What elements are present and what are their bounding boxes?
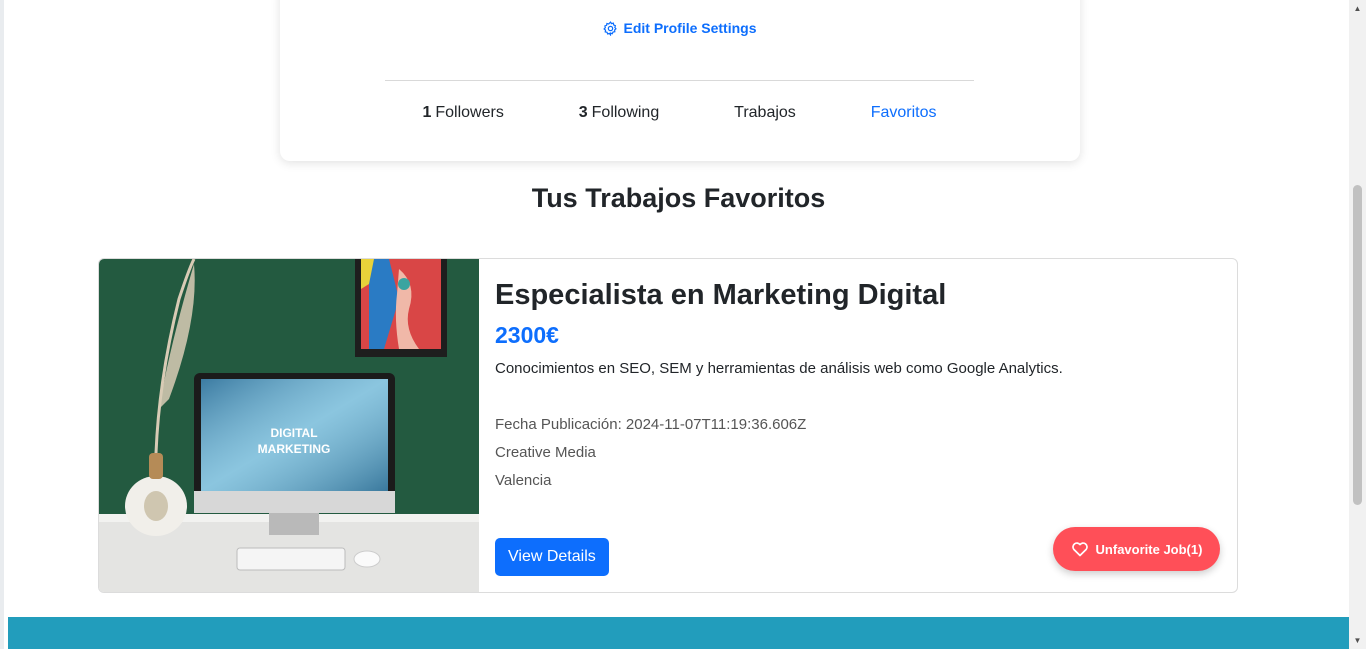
favorite-job-card: DIGITAL MARKETING Especialista en Market…	[98, 258, 1238, 593]
unfavorite-job-label: Unfavorite Job(1)	[1095, 541, 1203, 557]
edit-profile-settings-label: Edit Profile Settings	[623, 20, 757, 36]
job-date: Fecha Publicación: 2024-11-07T11:19:36.6…	[495, 416, 807, 433]
job-title: Especialista en Marketing Digital	[495, 279, 947, 311]
job-description: Conocimientos en SEO, SEM y herramientas…	[495, 360, 1063, 377]
scroll-down-arrow-icon[interactable]: ▼	[1349, 632, 1366, 649]
profile-card: Edit Profile Settings 1 Followers 3 Follow…	[280, 0, 1080, 161]
page-footer	[8, 617, 1353, 649]
job-location: Valencia	[495, 472, 552, 489]
scroll-up-arrow-icon[interactable]: ▲	[1349, 0, 1366, 17]
job-body: Especialista en Marketing Digital 2300€ …	[495, 277, 1221, 495]
edit-profile-settings-link[interactable]: Edit Profile Settings	[280, 20, 1080, 36]
job-image-text-line1: DIGITAL	[270, 426, 317, 440]
followers-stat[interactable]: 1 Followers	[422, 104, 503, 122]
following-count: 3	[578, 104, 588, 121]
vertical-scrollbar[interactable]: ▲ ▼	[1349, 0, 1366, 649]
followers-count: 1	[422, 104, 432, 121]
following-stat[interactable]: 3 Following	[579, 104, 660, 122]
profile-stats: 1 Followers 3 Following Trabajos Favoritos	[385, 104, 974, 122]
job-company: Creative Media	[495, 444, 596, 461]
section-title: Tus Trabajos Favoritos	[531, 183, 826, 213]
tab-trabajos[interactable]: Trabajos	[734, 104, 796, 122]
following-label: Following	[591, 104, 660, 121]
profile-divider	[385, 80, 974, 81]
job-image-text-line2: MARKETING	[258, 442, 331, 456]
gear-icon	[603, 20, 618, 36]
tab-favoritos[interactable]: Favoritos	[871, 104, 937, 122]
page-viewport: Edit Profile Settings 1 Followers 3 Follow…	[0, 0, 1353, 649]
followers-label: Followers	[435, 104, 504, 121]
heart-icon	[1071, 542, 1088, 557]
job-salary: 2300€	[495, 322, 559, 348]
unfavorite-job-button[interactable]: Unfavorite Job(1)	[1053, 527, 1220, 571]
view-details-button[interactable]: View Details	[495, 538, 609, 576]
scrollbar-thumb[interactable]	[1353, 185, 1362, 505]
job-image: DIGITAL MARKETING	[99, 259, 479, 592]
